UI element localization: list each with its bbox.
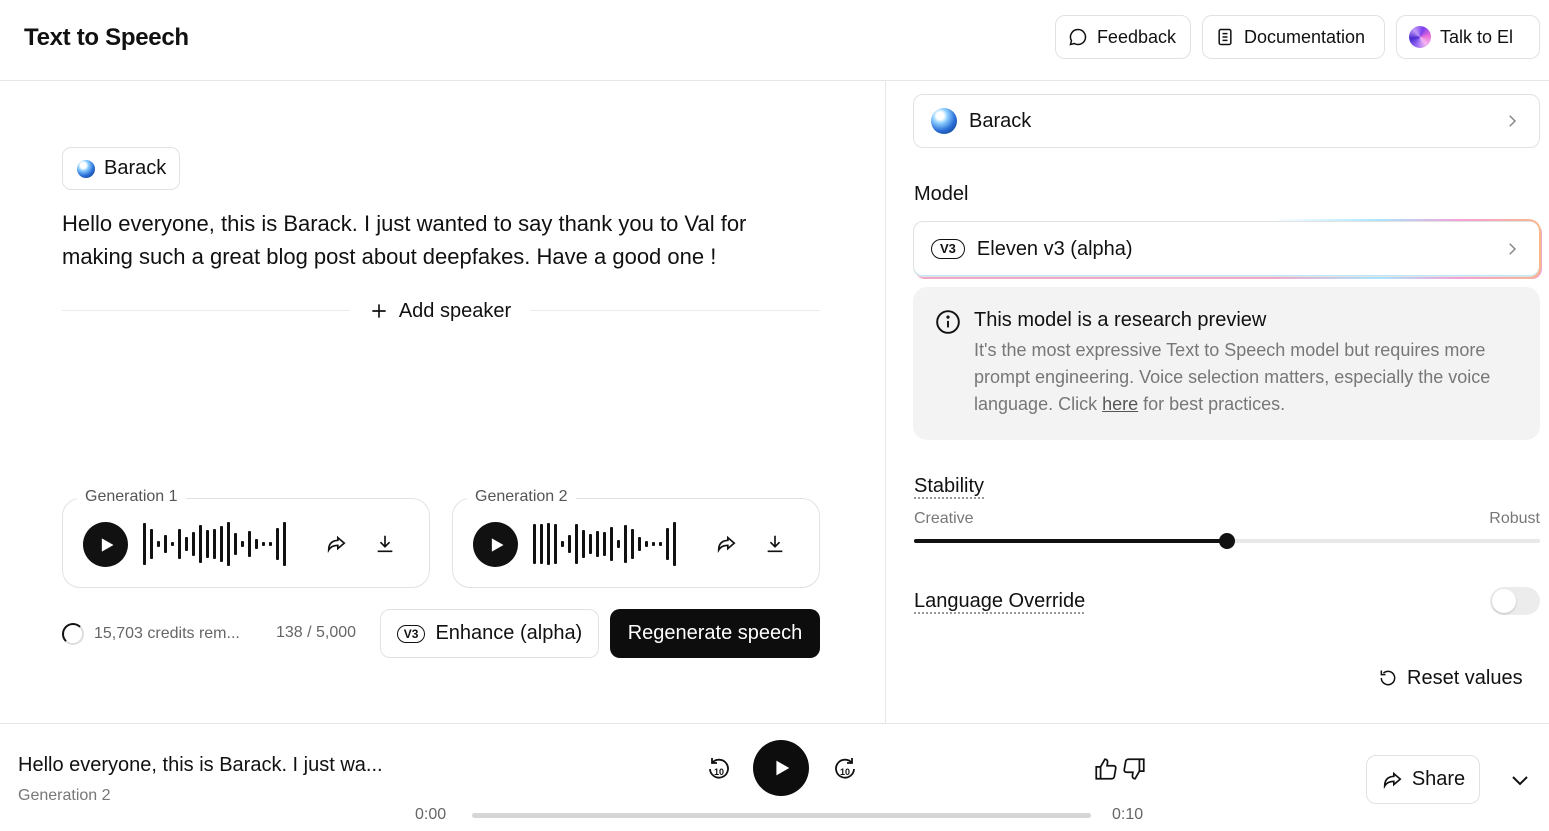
download-icon[interactable] xyxy=(763,532,787,556)
document-icon xyxy=(1218,28,1232,46)
stability-label: Stability xyxy=(914,475,985,497)
info-icon xyxy=(936,310,960,334)
download-icon[interactable] xyxy=(373,532,397,556)
feedback-button[interactable]: Feedback xyxy=(1055,15,1191,59)
main-play-button[interactable] xyxy=(753,740,809,796)
page-title: Text to Speech xyxy=(24,24,189,51)
generation-label: Generation 1 xyxy=(77,488,186,506)
credits-text: 15,703 credits rem... xyxy=(94,625,240,642)
language-override-toggle[interactable] xyxy=(1490,587,1540,615)
play-button[interactable] xyxy=(83,522,128,567)
current-time: 0:00 xyxy=(415,806,447,823)
reset-icon xyxy=(1380,670,1396,686)
voice-name: Barack xyxy=(969,109,1032,132)
chevron-right-icon xyxy=(1509,243,1517,255)
stability-slider[interactable] xyxy=(914,533,1540,549)
chat-bubble-icon xyxy=(1069,28,1087,46)
notice-body: It's the most expressive Text to Speech … xyxy=(974,337,1524,418)
notice-body-suffix: for best practices. xyxy=(1138,394,1286,414)
stability-min-label: Creative xyxy=(914,510,974,527)
voice-selector[interactable]: Barack xyxy=(913,94,1540,148)
share-label: Share xyxy=(1411,768,1466,790)
playback-progress-bar[interactable] xyxy=(472,813,1091,818)
waveform xyxy=(533,521,693,567)
stability-max-label: Robust xyxy=(1489,510,1540,527)
play-icon xyxy=(101,537,113,552)
now-playing-subtitle: Generation 2 xyxy=(18,787,111,804)
chevron-down-icon[interactable] xyxy=(1508,768,1532,792)
enhance-button[interactable]: V3 Enhance (alpha) xyxy=(380,609,599,658)
best-practices-link[interactable]: here xyxy=(1102,394,1138,414)
thumbs-up-icon[interactable] xyxy=(1093,756,1119,782)
enhance-label: Enhance (alpha) xyxy=(435,622,583,644)
credits-ring-icon xyxy=(62,623,84,645)
voice-avatar-icon xyxy=(931,108,957,134)
script-text-editor[interactable]: Hello everyone, this is Barack. I just w… xyxy=(62,207,822,273)
play-icon xyxy=(776,760,790,776)
share-icon xyxy=(1383,771,1402,789)
generation-label: Generation 2 xyxy=(467,488,576,506)
language-override-label: Language Override xyxy=(914,590,1086,612)
play-icon xyxy=(491,537,503,552)
model-selector[interactable]: V3 Eleven v3 (alpha) xyxy=(913,221,1540,277)
share-icon[interactable] xyxy=(714,532,738,556)
orb-icon xyxy=(1409,26,1431,48)
svg-text:10: 10 xyxy=(840,767,850,777)
chevron-right-icon xyxy=(1509,115,1517,127)
voice-avatar-icon xyxy=(77,159,95,178)
share-button[interactable]: Share xyxy=(1366,755,1480,804)
reset-label: Reset values xyxy=(1407,666,1523,689)
talk-to-el-button[interactable]: Talk to El xyxy=(1396,15,1540,59)
feedback-label: Feedback xyxy=(1096,26,1176,47)
reset-values-button[interactable]: Reset values xyxy=(1378,664,1523,692)
research-preview-notice: This model is a research preview It's th… xyxy=(913,287,1540,440)
model-name: Eleven v3 (alpha) xyxy=(976,237,1133,260)
toggle-knob xyxy=(1492,589,1516,613)
top-header: Text to Speech Feedback Documentation Ta… xyxy=(0,0,1549,81)
credits-indicator: 15,703 credits rem... xyxy=(62,622,240,646)
plus-icon xyxy=(372,304,386,318)
notice-title: This model is a research preview xyxy=(974,309,1267,331)
v3-badge: V3 xyxy=(396,624,426,643)
documentation-label: Documentation xyxy=(1244,26,1366,47)
duration: 0:10 xyxy=(1112,806,1144,823)
stability-slider-fill xyxy=(914,539,1227,543)
stability-slider-thumb[interactable] xyxy=(1219,533,1235,549)
speaker-name: Barack xyxy=(104,157,167,179)
panel-divider xyxy=(885,81,886,723)
audio-player-bar: Hello everyone, this is Barack. I just w… xyxy=(0,723,1549,831)
speaker-chip[interactable]: Barack xyxy=(62,147,181,190)
waveform xyxy=(143,521,303,567)
share-icon[interactable] xyxy=(324,532,348,556)
talk-label: Talk to El xyxy=(1440,26,1514,47)
generation-card: Generation 1 xyxy=(62,488,430,588)
generation-card: Generation 2 xyxy=(452,488,820,588)
v3-badge: V3 xyxy=(931,239,965,259)
model-section-label: Model xyxy=(914,183,969,205)
add-speaker-label: Add speaker xyxy=(398,299,512,322)
svg-text:10: 10 xyxy=(714,767,724,777)
regenerate-speech-button[interactable]: Regenerate speech xyxy=(610,609,820,658)
play-button[interactable] xyxy=(473,522,518,567)
skip-forward-10-icon[interactable]: 10 xyxy=(830,754,860,784)
skip-back-10-icon[interactable]: 10 xyxy=(704,754,734,784)
documentation-button[interactable]: Documentation xyxy=(1202,15,1385,59)
now-playing-title: Hello everyone, this is Barack. I just w… xyxy=(18,754,383,776)
thumbs-down-icon[interactable] xyxy=(1121,756,1147,782)
add-speaker-button[interactable]: Add speaker xyxy=(350,295,530,327)
character-count: 138 / 5,000 xyxy=(276,624,357,641)
